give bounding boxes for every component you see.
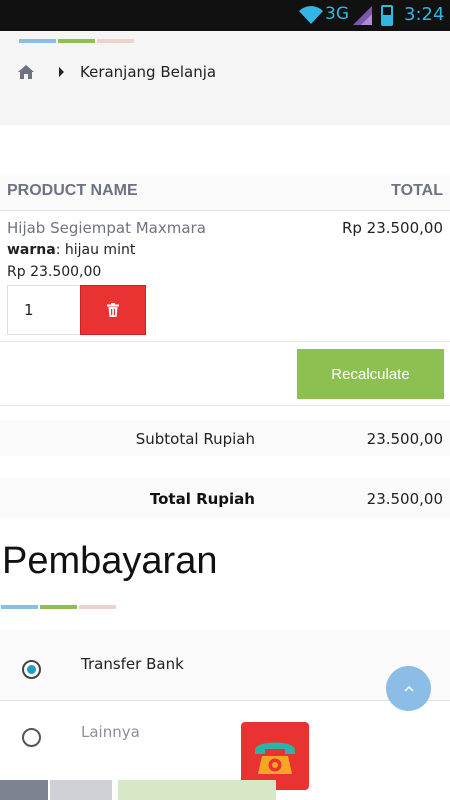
subtotal-row: Subtotal Rupiah 23.500,00 (0, 420, 450, 456)
divider (0, 405, 450, 406)
battery-icon (381, 5, 393, 26)
product-line-total: Rp 23.500,00 (341, 219, 443, 237)
bottom-nav-segment[interactable] (50, 780, 112, 800)
breadcrumb: Keranjang Belanja (0, 31, 450, 125)
divider (0, 341, 450, 342)
chevron-right-icon (59, 67, 64, 77)
signal-icon (353, 6, 372, 25)
variant-value: : hijau mint (55, 242, 136, 258)
scroll-to-top-button[interactable] (386, 666, 431, 711)
payment-title: Pembayaran (2, 540, 218, 582)
total-row: Total Rupiah 23.500,00 (0, 478, 450, 518)
delete-item-button[interactable] (80, 285, 146, 335)
payment-label-bank[interactable]: Transfer Bank (81, 655, 184, 673)
header-total: TOTAL (391, 182, 443, 199)
product-variant: warna: hijau mint (7, 242, 135, 258)
accent-stripe-green (40, 605, 77, 609)
accent-stripe-green (58, 39, 95, 43)
chevron-up-icon (403, 685, 414, 692)
phone-icon (255, 742, 295, 774)
accent-stripe-blue (1, 605, 38, 609)
payment-radio-bank[interactable] (22, 660, 41, 679)
product-unit-price: Rp 23.500,00 (7, 264, 102, 280)
home-icon[interactable] (18, 65, 34, 79)
total-value: 23.500,00 (366, 490, 443, 508)
subtotal-label: Subtotal Rupiah (135, 430, 255, 448)
variant-label: warna (7, 242, 56, 258)
trash-icon (107, 303, 119, 317)
cart-table-header: PRODUCT NAME TOTAL (0, 175, 450, 211)
clock: 3:24 (404, 4, 445, 25)
header-product-name: PRODUCT NAME (7, 182, 138, 199)
wifi-icon (299, 6, 323, 24)
payment-option-bank[interactable] (0, 630, 450, 700)
accent-stripe-pink (79, 605, 116, 609)
quantity-input[interactable] (7, 285, 81, 335)
product-name-link[interactable]: Hijab Segiempat Maxmara (7, 219, 206, 237)
status-bar: 3G 3:24 (0, 0, 450, 31)
bottom-nav-segment[interactable] (0, 780, 48, 800)
accent-stripe-blue (19, 39, 56, 43)
breadcrumb-current: Keranjang Belanja (80, 63, 217, 81)
total-label: Total Rupiah (149, 490, 255, 508)
payment-radio-other[interactable] (22, 728, 41, 747)
accent-stripe-pink (97, 39, 134, 43)
recalculate-button[interactable]: Recalculate (297, 349, 444, 399)
network-type: 3G (325, 4, 349, 24)
payment-label-other[interactable]: Lainnya (81, 723, 140, 741)
subtotal-value: 23.500,00 (366, 430, 443, 448)
bottom-nav-segment[interactable] (118, 780, 276, 800)
divider (0, 700, 450, 701)
